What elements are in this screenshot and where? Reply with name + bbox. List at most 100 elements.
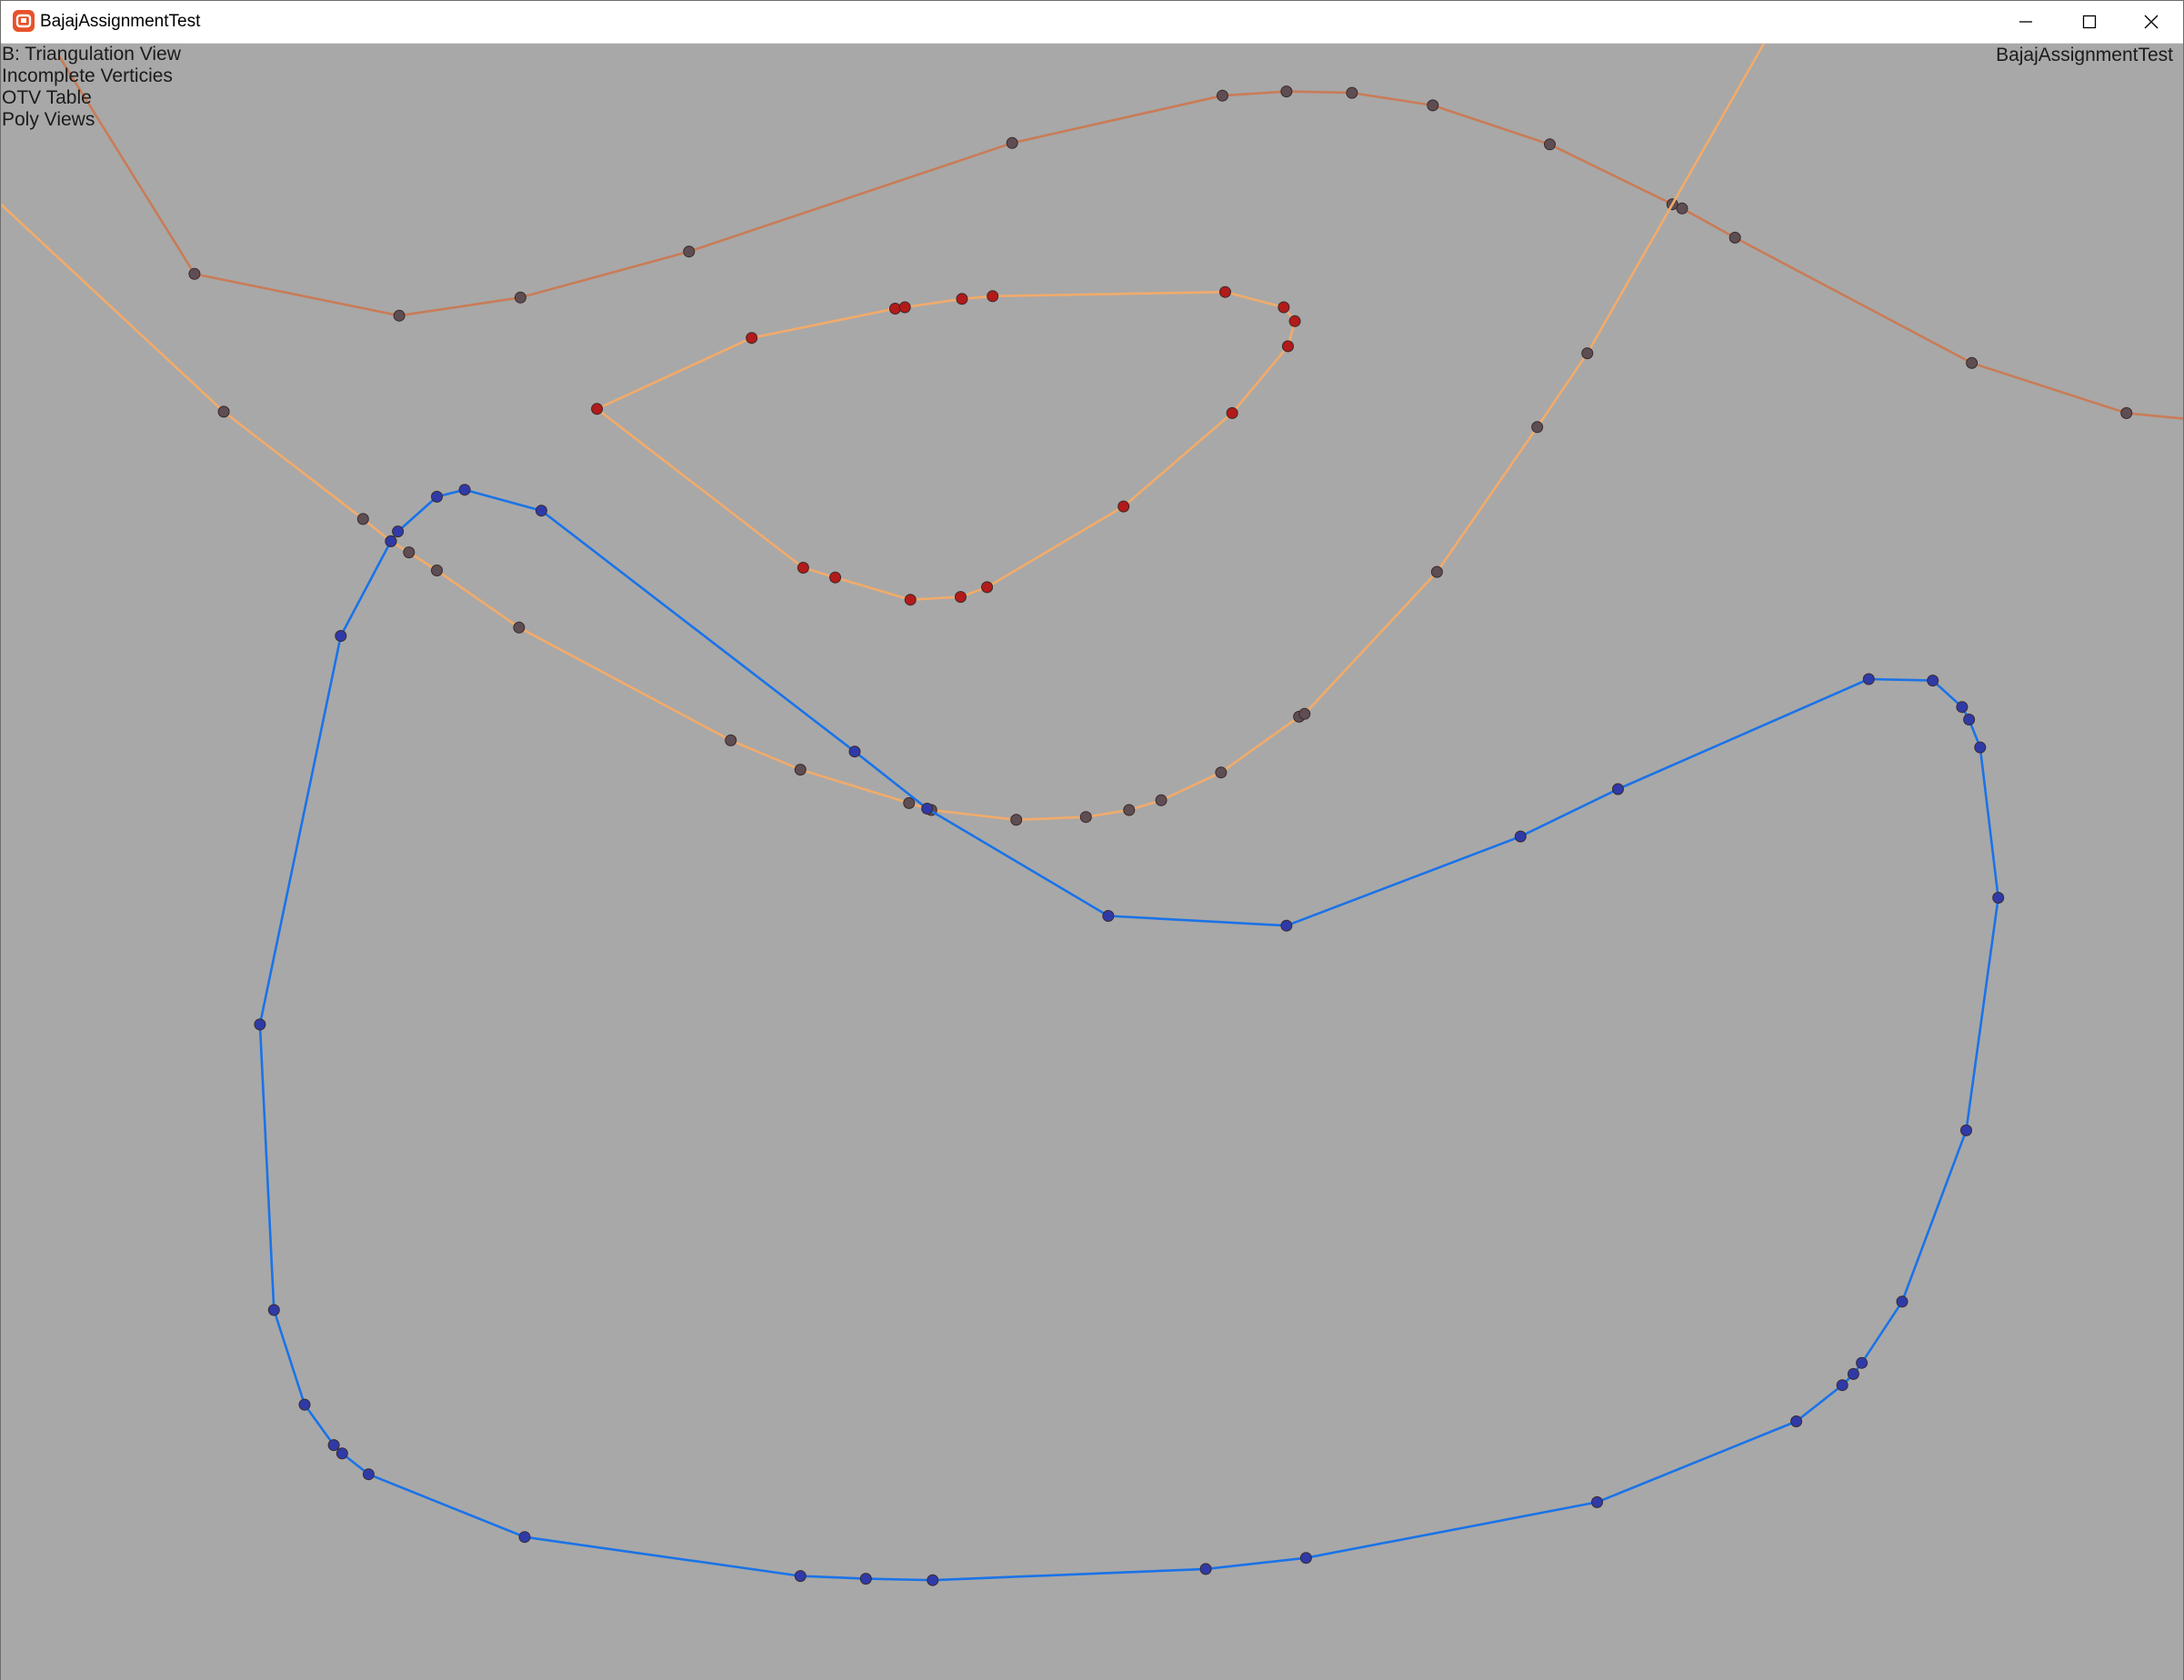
long-curve-vertex-13[interactable] bbox=[1155, 794, 1167, 806]
outer-vertex-14[interactable] bbox=[2120, 406, 2133, 419]
close-button[interactable] bbox=[2119, 1, 2183, 43]
outer-vertex-12[interactable] bbox=[1728, 231, 1741, 244]
inner-loop-vertex-0[interactable] bbox=[591, 403, 604, 415]
blue-vertex-3[interactable] bbox=[848, 745, 861, 758]
inner-loop-vertex-7[interactable] bbox=[1277, 301, 1290, 314]
app-name-label: BajajAssignmentTest bbox=[1996, 45, 2173, 65]
blue-vertex-1[interactable] bbox=[458, 484, 471, 496]
long-curve-vertex-14[interactable] bbox=[1215, 766, 1227, 779]
long-curve-vertex-4[interactable] bbox=[431, 565, 443, 576]
blue-vertex-15[interactable] bbox=[1960, 1124, 1972, 1136]
inner-loop-vertex-4[interactable] bbox=[956, 293, 968, 305]
blue-vertex-12[interactable] bbox=[1963, 714, 1976, 725]
triangulation-drawing[interactable] bbox=[1, 44, 2183, 1680]
blue-vertex-35[interactable] bbox=[385, 535, 397, 547]
outer-vertex-5[interactable] bbox=[1217, 89, 1228, 102]
blue-vertex-2[interactable] bbox=[535, 505, 547, 517]
blue-vertex-32[interactable] bbox=[267, 1304, 280, 1316]
outer-vertex-0[interactable] bbox=[188, 267, 201, 280]
maximize-button[interactable] bbox=[2058, 1, 2121, 43]
long-curve-vertex-17[interactable] bbox=[1430, 565, 1443, 578]
blue-vertex-30[interactable] bbox=[327, 1439, 340, 1452]
long-curve-vertex-10[interactable] bbox=[1010, 814, 1023, 826]
blue-vertex-27[interactable] bbox=[518, 1531, 531, 1544]
long-curve-vertex-7[interactable] bbox=[794, 764, 806, 776]
blue-vertex-6[interactable] bbox=[1280, 919, 1293, 932]
blue-vertex-19[interactable] bbox=[1836, 1379, 1848, 1392]
outer-vertex-2[interactable] bbox=[514, 291, 526, 304]
blue-vertex-26[interactable] bbox=[794, 1570, 806, 1583]
menu-line-triangulation-view: B: Triangulation View bbox=[2, 44, 181, 65]
title-bar[interactable]: BajajAssignmentTest bbox=[1, 1, 2183, 44]
outer-vertex-11[interactable] bbox=[1676, 202, 1688, 215]
blue-vertex-20[interactable] bbox=[1790, 1415, 1803, 1427]
blue-vertex-13[interactable] bbox=[1974, 741, 1987, 754]
outer-vertex-9[interactable] bbox=[1544, 138, 1556, 151]
long-curve-vertex-11[interactable] bbox=[1079, 811, 1092, 824]
blue-vertex-10[interactable] bbox=[1927, 675, 1939, 687]
blue-vertex-5[interactable] bbox=[1102, 910, 1115, 922]
inner-loop-vertex-11[interactable] bbox=[1117, 500, 1130, 513]
blue-vertex-21[interactable] bbox=[1591, 1495, 1603, 1508]
outer-vertex-13[interactable] bbox=[1966, 356, 1979, 369]
inner-loop-vertex-14[interactable] bbox=[904, 594, 917, 606]
long-curve-vertex-19[interactable] bbox=[1581, 347, 1594, 360]
long-curve-vertex-18[interactable] bbox=[1531, 421, 1544, 434]
outer-vertex-4[interactable] bbox=[1006, 136, 1018, 149]
inner-loop-vertex-3[interactable] bbox=[898, 301, 911, 314]
blue-vertex-17[interactable] bbox=[1856, 1356, 1868, 1369]
close-icon bbox=[2144, 15, 2159, 29]
blue-vertex-25[interactable] bbox=[859, 1573, 872, 1585]
inner-loop-vertex-16[interactable] bbox=[796, 562, 809, 574]
inner-loop bbox=[596, 290, 1297, 602]
menu-line-incomplete-verticies: Incomplete Verticies bbox=[2, 65, 173, 86]
blue-vertex-22[interactable] bbox=[1299, 1552, 1312, 1565]
outer-vertex-3[interactable] bbox=[683, 245, 696, 258]
long-curve-vertex-3[interactable] bbox=[403, 546, 416, 559]
long-curve-vertex-5[interactable] bbox=[513, 621, 526, 634]
blue-vertex-24[interactable] bbox=[927, 1574, 939, 1586]
minimize-button[interactable] bbox=[1994, 1, 2058, 43]
long-curve-vertex-6[interactable] bbox=[725, 734, 737, 746]
blue-vertex-29[interactable] bbox=[336, 1447, 348, 1460]
inner-loop-vertex-5[interactable] bbox=[987, 290, 999, 303]
window-title: BajajAssignmentTest bbox=[40, 12, 201, 31]
blue-vertex-34[interactable] bbox=[335, 630, 347, 642]
inner-loop-vertex-15[interactable] bbox=[829, 571, 842, 584]
blue-vertex-28[interactable] bbox=[362, 1468, 375, 1481]
blue-vertex-14[interactable] bbox=[1992, 892, 2005, 904]
outer-vertex-6[interactable] bbox=[1280, 85, 1293, 98]
game-canvas[interactable]: B: Triangulation View Incomplete Vertici… bbox=[1, 44, 2183, 1680]
blue-vertex-23[interactable] bbox=[1199, 1563, 1212, 1575]
long-curve-vertex-8[interactable] bbox=[903, 796, 916, 809]
blue-vertex-18[interactable] bbox=[1847, 1367, 1859, 1380]
inner-loop-vertex-2[interactable] bbox=[889, 303, 901, 315]
inner-loop-vertex-1[interactable] bbox=[746, 332, 758, 345]
long-curve-vertex-16[interactable] bbox=[1298, 707, 1311, 720]
blue-vertex-9[interactable] bbox=[1862, 673, 1875, 685]
inner-loop-vertex-8[interactable] bbox=[1288, 315, 1301, 327]
long-curve-vertex-1[interactable] bbox=[356, 513, 369, 525]
inner-loop-vertex-6[interactable] bbox=[1219, 285, 1231, 298]
blue-vertex-33[interactable] bbox=[254, 1018, 266, 1031]
menu-line-otv-table: OTV Table bbox=[2, 87, 92, 108]
blue-vertex-7[interactable] bbox=[1514, 830, 1527, 843]
blue-vertex-4[interactable] bbox=[921, 803, 934, 815]
blue-polygon bbox=[258, 488, 1999, 1582]
blue-vertex-8[interactable] bbox=[1612, 783, 1624, 795]
outer-vertex-8[interactable] bbox=[1427, 99, 1439, 112]
blue-vertex-16[interactable] bbox=[1896, 1295, 1908, 1308]
inner-loop-vertex-10[interactable] bbox=[1226, 406, 1238, 419]
long-curve-vertex-12[interactable] bbox=[1123, 804, 1136, 816]
inner-loop-vertex-13[interactable] bbox=[955, 591, 967, 604]
long-curve-vertex-0[interactable] bbox=[217, 405, 230, 418]
inner-loop-vertex-12[interactable] bbox=[981, 581, 994, 594]
outer-vertex-1[interactable] bbox=[393, 309, 406, 322]
blue-vertex-11[interactable] bbox=[1956, 701, 1969, 714]
blue-vertex-31[interactable] bbox=[298, 1398, 311, 1411]
maximize-icon bbox=[2082, 15, 2097, 29]
blue-vertex-36[interactable] bbox=[392, 525, 405, 538]
blue-vertex-0[interactable] bbox=[431, 490, 443, 503]
inner-loop-vertex-9[interactable] bbox=[1282, 340, 1294, 353]
outer-vertex-7[interactable] bbox=[1346, 86, 1358, 99]
